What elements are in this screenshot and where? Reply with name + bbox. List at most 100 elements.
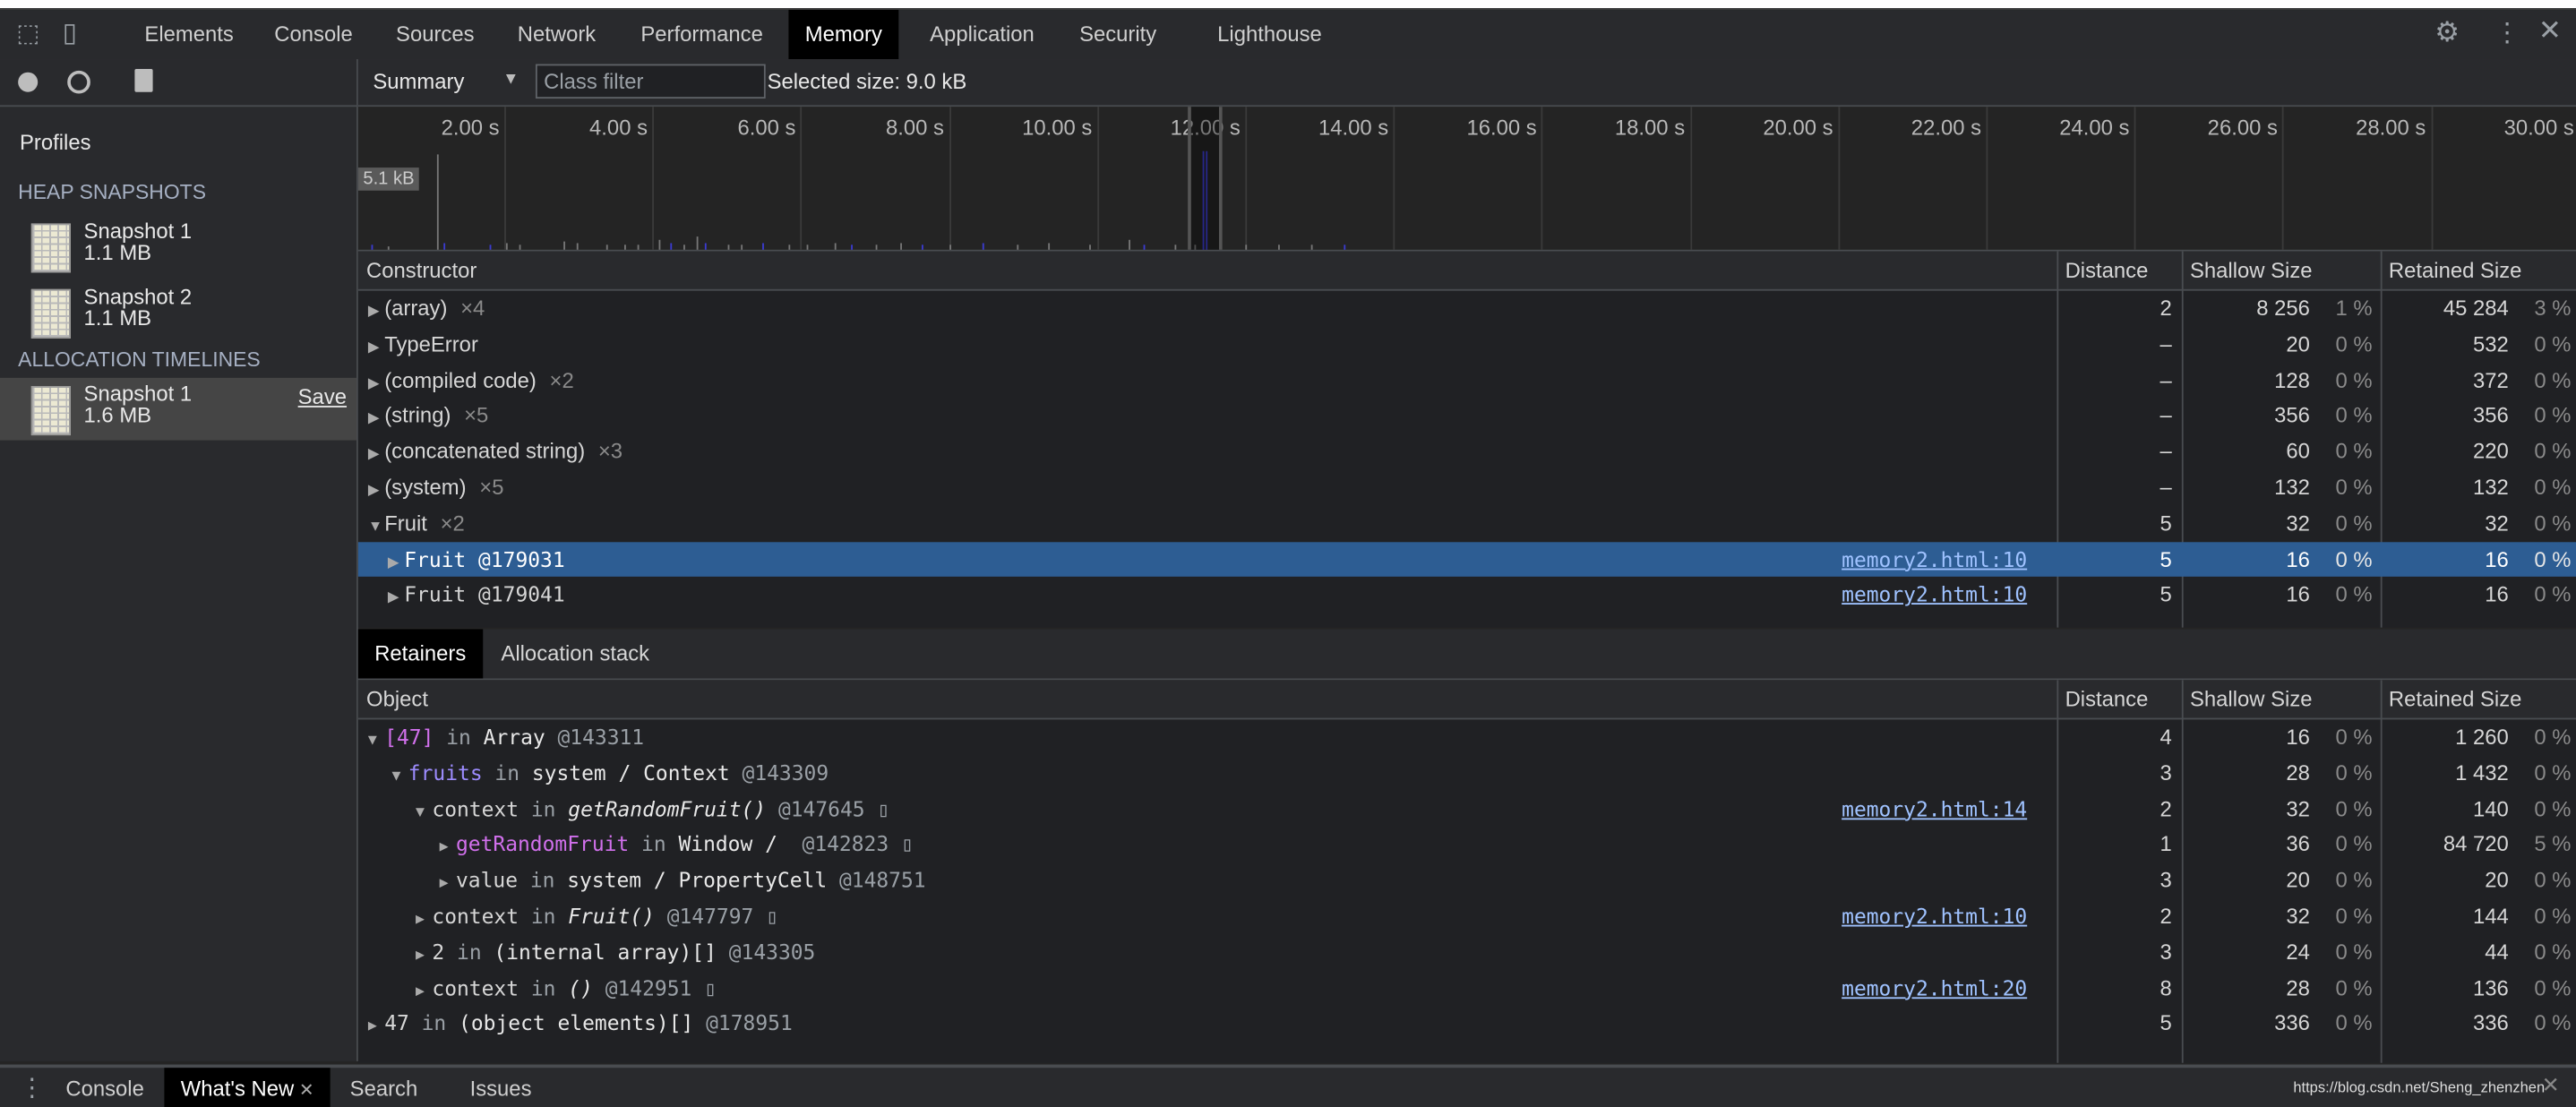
retained-size: 532 bbox=[2473, 331, 2509, 356]
tab-security[interactable]: Security bbox=[1063, 10, 1173, 59]
retainer-row[interactable]: ▶ value in system / PropertyCell @148751 3… bbox=[358, 862, 2576, 898]
timeline-gridline bbox=[2134, 107, 2136, 250]
retainer-part: in bbox=[629, 831, 679, 857]
column-header-shallow-size[interactable]: Shallow Size bbox=[2182, 252, 2381, 289]
tab-lighthouse[interactable]: Lighthouse bbox=[1201, 10, 1338, 59]
collapsed-triangle-icon[interactable]: ▶ bbox=[368, 1011, 384, 1047]
collapsed-triangle-icon[interactable]: ▶ bbox=[368, 294, 384, 330]
tab-elements[interactable]: Elements bbox=[128, 10, 250, 59]
timeline-gridline bbox=[1689, 107, 1692, 250]
retainer-part: @147645 ▯ bbox=[766, 795, 890, 821]
drawer-tab-issues[interactable]: Issues bbox=[453, 1068, 548, 1107]
retainers-table: Object Distance Shallow Size Retained Size ▼… bbox=[357, 680, 2576, 1063]
tab-network[interactable]: Network bbox=[501, 10, 612, 59]
tab-console[interactable]: Console bbox=[258, 10, 369, 59]
drawer-close-icon[interactable]: ✕ bbox=[2542, 1073, 2560, 1099]
tab-memory[interactable]: Memory bbox=[788, 10, 899, 60]
drawer-menu-icon[interactable]: ⋮ bbox=[20, 1073, 45, 1103]
retained-size: 140 bbox=[2473, 795, 2509, 821]
collapsed-triangle-icon[interactable]: ▶ bbox=[368, 437, 384, 473]
constructor-row[interactable]: ▶ (string) ×5 – 356 0 % 356 0 % bbox=[358, 399, 2576, 434]
constructor-row[interactable]: ▶ (concatenated string) ×3 – 60 0 % 220 0 % bbox=[358, 434, 2576, 470]
constructor-row[interactable]: ▶ (system) ×5 – 132 0 % 132 0 % bbox=[358, 470, 2576, 506]
retainer-part: in bbox=[444, 939, 494, 965]
retainer-row[interactable]: ▶ 47 in (object elements)[] @178951 5 336 0 … bbox=[358, 1006, 2576, 1042]
constructor-row[interactable]: ▶ Fruit @179031 memory2.html:10 5 16 0 % 16 0 % bbox=[357, 541, 2576, 580]
retainer-part: context bbox=[432, 795, 519, 821]
tab-performance[interactable]: Performance bbox=[624, 10, 779, 59]
constructor-table: Constructor Distance Shallow Size Retained … bbox=[357, 251, 2576, 628]
gear-icon[interactable]: ⚙ bbox=[2434, 16, 2460, 49]
close-icon[interactable]: ✕ bbox=[2538, 15, 2562, 48]
retainer-row[interactable]: ▼ context in getRandomFruit() @147645 ▯ me… bbox=[358, 791, 2576, 827]
distance-cell: – bbox=[2160, 331, 2172, 356]
allocation-bar bbox=[505, 243, 508, 250]
more-vertical-icon[interactable]: ⋮ bbox=[2494, 16, 2520, 49]
class-filter-input[interactable] bbox=[535, 64, 766, 99]
trash-icon[interactable] bbox=[134, 69, 153, 92]
retainer-row[interactable]: ▼ [47] in Array @143311 4 16 0 % 1 260 0 % bbox=[358, 719, 2576, 755]
tab-application[interactable]: Application bbox=[914, 10, 1051, 59]
column-header-retained-size[interactable]: Retained Size bbox=[2381, 252, 2576, 289]
save-link[interactable]: Save bbox=[298, 384, 347, 409]
close-tab-icon[interactable]: ✕ bbox=[294, 1081, 314, 1101]
constructor-row[interactable]: ▶ Fruit @179041 memory2.html:10 5 16 0 % 16 0 % bbox=[358, 578, 2576, 614]
retainer-row[interactable]: ▶ context in Fruit() @147797 ▯ memory2.htm… bbox=[358, 898, 2576, 934]
collapsed-triangle-icon[interactable]: ▶ bbox=[368, 401, 384, 437]
allocation-bar bbox=[762, 243, 764, 250]
retainer-part: @142951 ▯ bbox=[592, 974, 717, 1000]
timeline-selection[interactable] bbox=[1188, 107, 1223, 250]
retainer-part: Fruit() bbox=[568, 903, 655, 929]
distance-cell: – bbox=[2160, 439, 2172, 464]
tab-sources[interactable]: Sources bbox=[380, 10, 491, 59]
column-header-distance[interactable]: Distance bbox=[2057, 252, 2181, 289]
allocation-timeline-item[interactable]: Snapshot 1 1.6 MB Save bbox=[0, 377, 357, 441]
device-toolbar-icon[interactable]: ▯ bbox=[63, 16, 77, 49]
allocation-bar bbox=[670, 243, 673, 250]
retainer-row[interactable]: ▼ fruits in system / Context @143309 3 28 0 … bbox=[358, 755, 2576, 791]
retainer-row[interactable]: ▶ context in () @142951 ▯ memory2.html:20 8… bbox=[358, 970, 2576, 1006]
allocation-bar bbox=[1278, 245, 1280, 250]
expanded-triangle-icon[interactable]: ▼ bbox=[368, 509, 384, 545]
drawer-tab-console[interactable]: Console bbox=[49, 1068, 160, 1107]
inspect-element-icon[interactable]: ⬚ bbox=[16, 18, 39, 47]
tab-retainers[interactable]: Retainers bbox=[357, 629, 483, 679]
constructor-row[interactable]: ▶ TypeError – 20 0 % 532 0 % bbox=[358, 327, 2576, 363]
clear-icon[interactable] bbox=[67, 70, 90, 94]
column-header-constructor[interactable]: Constructor bbox=[358, 252, 2057, 289]
column-header-shallow-size[interactable]: Shallow Size bbox=[2182, 680, 2381, 717]
shallow-percent: 0 % bbox=[2335, 724, 2373, 750]
drawer-tab-what-s-new[interactable]: What's New ✕ bbox=[164, 1068, 331, 1107]
collapsed-triangle-icon[interactable]: ▶ bbox=[388, 580, 404, 616]
collapsed-triangle-icon[interactable]: ▶ bbox=[388, 545, 404, 580]
constructor-row[interactable]: ▼ Fruit ×2 5 32 0 % 32 0 % bbox=[358, 506, 2576, 542]
allocation-bar bbox=[387, 246, 390, 250]
collapsed-triangle-icon[interactable]: ▶ bbox=[368, 330, 384, 365]
retainer-row[interactable]: ▶ 2 in (internal array)[] @143305 3 24 0 % 44… bbox=[358, 934, 2576, 970]
shallow-percent: 0 % bbox=[2335, 331, 2373, 356]
constructor-row[interactable]: ▶ (compiled code) ×2 – 128 0 % 372 0 % bbox=[358, 363, 2576, 399]
retainer-row[interactable]: ▶ getRandomFruit in Window / @142823 ▯ 1 36… bbox=[358, 827, 2576, 862]
chevron-down-icon[interactable]: ▼ bbox=[502, 71, 519, 89]
heap-snapshot-item[interactable]: Snapshot 2 1.1 MB bbox=[0, 281, 356, 344]
tab-allocation-stack[interactable]: Allocation stack bbox=[485, 629, 665, 678]
allocation-bar bbox=[875, 245, 878, 250]
retained-percent: 0 % bbox=[2534, 939, 2572, 965]
constructor-name: (compiled code) bbox=[384, 367, 537, 392]
drawer-tab-search[interactable]: Search bbox=[333, 1068, 434, 1107]
collapsed-triangle-icon[interactable]: ▶ bbox=[368, 473, 384, 509]
view-select[interactable]: Summary bbox=[373, 69, 464, 94]
heap-snapshot-item[interactable]: Snapshot 1 1.1 MB bbox=[0, 215, 356, 278]
collapsed-triangle-icon[interactable]: ▶ bbox=[368, 365, 384, 401]
column-header-distance[interactable]: Distance bbox=[2057, 680, 2181, 717]
constructor-row[interactable]: ▶ (array) ×4 2 8 256 1 % 45 284 3 % bbox=[358, 291, 2576, 327]
allocation-timeline[interactable]: 2.00 s 4.00 s 6.00 s 8.00 s 10.00 s 12.00 s 14… bbox=[357, 107, 2576, 253]
retainer-object-cell: ▶ 47 in (object elements)[] @178951 bbox=[368, 1006, 793, 1042]
column-header-object[interactable]: Object bbox=[358, 680, 2057, 717]
constructor-name: Fruit @179031 bbox=[404, 546, 565, 571]
retained-percent: 0 % bbox=[2534, 759, 2572, 785]
distance-cell: 2 bbox=[2160, 296, 2172, 321]
retainer-part: in bbox=[519, 795, 569, 821]
record-icon[interactable] bbox=[18, 72, 39, 92]
column-header-retained-size[interactable]: Retained Size bbox=[2381, 680, 2576, 717]
